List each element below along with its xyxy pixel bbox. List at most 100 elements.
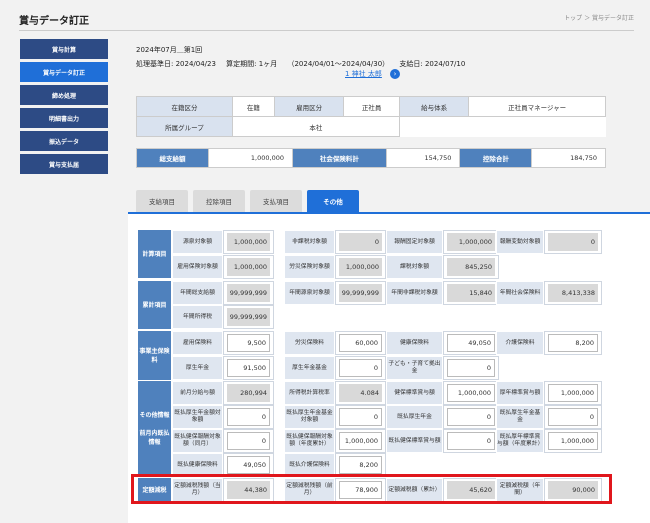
title-divider xyxy=(19,30,634,31)
field-value: 99,999,999 xyxy=(223,281,274,305)
totals-value: 1,000,000 xyxy=(208,148,293,168)
employee-summary-table: 在籍区分 在籍 雇用区分 正社員 給与体系 正社員マネージャー 所属グループ 本… xyxy=(136,96,606,137)
totals-label: 総支給額 xyxy=(135,148,210,168)
sidebar-item-closing[interactable]: 締め処理 xyxy=(20,85,108,105)
summary-label: 所属グループ xyxy=(136,116,233,137)
calc-range: （2024/04/01〜2024/04/30） xyxy=(287,60,390,68)
summary-label: 給与体系 xyxy=(398,96,470,117)
sidebar: 賞与計算 賞与データ訂正 締め処理 明細書出力 振込データ 賞与支払届 xyxy=(20,39,108,177)
field-label: 非課税対象額 xyxy=(284,230,335,254)
field-label: 既払健保報酬対象額（年度累計） xyxy=(284,429,335,453)
field-label: 労災保険対象額 xyxy=(284,255,335,279)
field-input[interactable]: 60,000 xyxy=(335,331,386,355)
field-value: 280,994 xyxy=(223,381,274,405)
field-label: 既払厚年標準賞与額（年度累計） xyxy=(496,429,544,453)
sidebar-item-transfer-data[interactable]: 振込データ xyxy=(20,131,108,151)
field-label: 源泉対象額 xyxy=(172,230,223,254)
field-label: 年間非課税対象額 xyxy=(386,281,443,305)
field-label: 厚年標準賞与額 xyxy=(496,381,544,405)
totals-value: 184,750 xyxy=(531,148,606,168)
field-label: 既払厚生年金 xyxy=(386,405,443,429)
pay-date: 支給日: 2024/07/10 xyxy=(399,60,466,68)
section-jigyonushi: 事業主保険料 xyxy=(137,330,172,381)
tab-other[interactable]: その他 xyxy=(307,190,359,212)
field-value: 15,840 xyxy=(443,281,499,305)
summary-label: 雇用区分 xyxy=(273,96,345,117)
bonus-info: 2024年07月＿第1回 処理基準日: 2024/04/23 算定期間: 1ヶ月… xyxy=(136,43,465,71)
field-input[interactable]: 8,200 xyxy=(544,331,602,355)
calc-period: 算定期間: 1ヶ月 xyxy=(226,60,278,68)
field-input[interactable]: 49,050 xyxy=(443,331,499,355)
sidebar-item-bonus-correction[interactable]: 賞与データ訂正 xyxy=(20,62,108,82)
sidebar-item-bonus-calc[interactable]: 賞与計算 xyxy=(20,39,108,59)
field-label: 年間総支給額 xyxy=(172,281,223,305)
tab-payment-items[interactable]: 支給項目 xyxy=(136,190,188,212)
chevron-right-icon[interactable]: › xyxy=(390,69,400,79)
field-label: 既払健保標準賞与額 xyxy=(386,429,443,453)
field-label: 厚生年金基金 xyxy=(284,356,335,380)
field-input[interactable]: 1,000,000 xyxy=(443,381,499,405)
breadcrumb[interactable]: トップ ＞ 賞与データ訂正 xyxy=(564,13,634,22)
totals-label: 社会保険料計 xyxy=(291,148,387,168)
field-value: 1,000,000 xyxy=(223,230,274,254)
base-date: 処理基準日: 2024/04/23 xyxy=(136,60,216,68)
totals-label: 控除合計 xyxy=(459,148,533,168)
field-label: 健保標準賞与額 xyxy=(386,381,443,405)
field-input[interactable]: 0 xyxy=(443,356,499,380)
employee-link[interactable]: 1 神社 太郎 xyxy=(345,69,382,79)
field-value: 4.084 xyxy=(335,381,386,405)
summary-label: 在籍区分 xyxy=(136,96,233,117)
sidebar-item-bonus-report[interactable]: 賞与支払届 xyxy=(20,154,108,174)
field-label: 所得税計算税率 xyxy=(284,381,335,405)
field-label: 年間源泉対象額 xyxy=(284,281,335,305)
field-label: 年間社会保険料 xyxy=(496,281,544,305)
field-input[interactable]: 9,500 xyxy=(223,331,274,355)
field-input[interactable]: 1,000,000 xyxy=(544,381,602,405)
bonus-period: 2024年07月＿第1回 xyxy=(136,46,203,54)
field-label: 報酬固定対象額 xyxy=(386,230,443,254)
field-input[interactable]: 0 xyxy=(335,405,386,429)
field-label: 報酬変動対象額 xyxy=(496,230,544,254)
field-input[interactable]: 0 xyxy=(443,405,499,429)
field-label: 既払厚生年金額対象額 xyxy=(172,405,223,429)
field-input[interactable]: 1,000,000 xyxy=(544,429,602,453)
summary-value: 本社 xyxy=(231,116,400,137)
field-label: 課税対象額 xyxy=(386,255,443,279)
field-input[interactable]: 91,500 xyxy=(223,356,274,380)
field-label: 既払厚生年金基金 xyxy=(496,405,544,429)
field-label: 年間所得税 xyxy=(172,305,223,329)
sidebar-item-statement-output[interactable]: 明細書出力 xyxy=(20,108,108,128)
tab-disbursement-items[interactable]: 支払項目 xyxy=(250,190,302,212)
field-value: 1,000,000 xyxy=(223,255,274,279)
field-label: 介護保険料 xyxy=(496,331,544,355)
field-label: 厚生年金 xyxy=(172,356,223,380)
summary-value: 正社員 xyxy=(343,96,400,117)
field-value: 1,000,000 xyxy=(443,230,499,254)
field-value: 0 xyxy=(335,230,386,254)
tab-deduction-items[interactable]: 控除項目 xyxy=(193,190,245,212)
summary-value: 在籍 xyxy=(231,96,275,117)
field-label: 雇用保険料 xyxy=(172,331,223,355)
field-input[interactable]: 0 xyxy=(223,429,274,453)
field-value: 1,000,000 xyxy=(335,255,386,279)
tab-bar: 支給項目 控除項目 支払項目 その他 xyxy=(136,190,364,212)
field-input[interactable]: 0 xyxy=(544,405,602,429)
field-value: 99,999,999 xyxy=(223,305,274,329)
field-input[interactable]: 0 xyxy=(335,356,386,380)
field-value: 0 xyxy=(544,230,602,254)
field-value: 99,999,999 xyxy=(335,281,386,305)
highlight-box xyxy=(131,474,612,504)
field-input[interactable]: 0 xyxy=(443,429,499,453)
field-input[interactable]: 0 xyxy=(223,405,274,429)
field-label: 健康保険料 xyxy=(386,331,443,355)
field-label: 子ども・子育て拠出金 xyxy=(386,356,443,380)
section-sonota: その他情報 前月内既払情報 xyxy=(137,380,172,477)
field-label: 雇用保険対象額 xyxy=(172,255,223,279)
section-keisan: 計算項目 xyxy=(137,229,172,279)
field-input[interactable]: 1,000,000 xyxy=(335,429,386,453)
field-label: 労災保険料 xyxy=(284,331,335,355)
totals-table: 総支給額 1,000,000 社会保険料計 154,750 控除合計 184,7… xyxy=(135,148,606,168)
field-value: 845,250 xyxy=(443,255,499,279)
field-value: 8,413,338 xyxy=(544,281,602,305)
section-ruikei: 累計項目 xyxy=(137,280,172,330)
